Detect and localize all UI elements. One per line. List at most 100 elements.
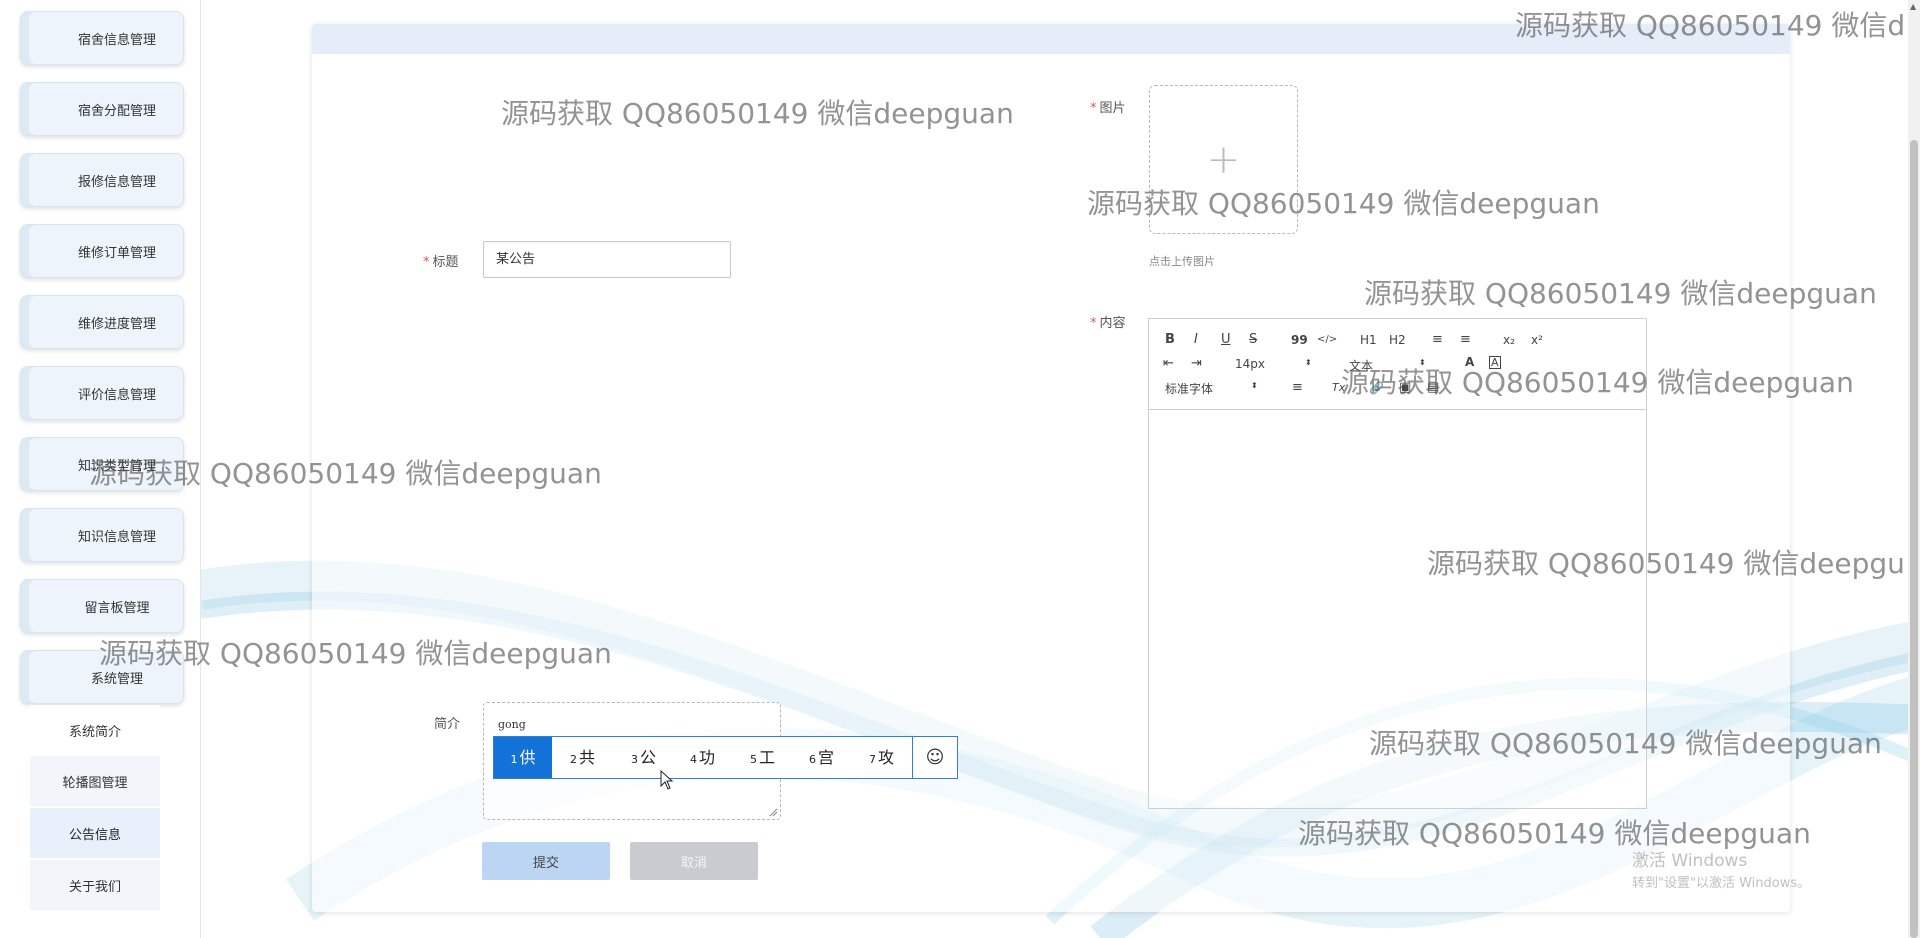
subscript-button[interactable]: x₂	[1503, 332, 1515, 348]
sidebar-item-dorm-allocation[interactable]: 宿舍分配管理	[20, 82, 184, 136]
ime-candidate-char: 供	[519, 748, 536, 767]
plus-icon: +	[1206, 136, 1241, 183]
sidebar-item-system[interactable]: 系统管理	[20, 650, 184, 704]
sidebar-item-label: 维修订单管理	[77, 245, 156, 261]
sidebar-subitem-about-us[interactable]: 关于我们	[30, 860, 160, 910]
sidebar-subitem-system-intro[interactable]: 系统简介	[30, 705, 160, 755]
ime-candidate[interactable]: 1供	[494, 737, 552, 778]
sidebar-subitem-label: 系统简介	[68, 724, 121, 740]
sidebar-item-repair-info[interactable]: 报修信息管理	[20, 153, 184, 207]
sidebar-item-dorm-info[interactable]: 宿舍信息管理	[20, 11, 184, 65]
required-mark: *	[423, 255, 430, 270]
video-button[interactable]: ▤	[1427, 380, 1439, 396]
windows-activation-text: 转到"设置"以激活 Windows。	[1632, 876, 1811, 891]
font-size-select[interactable]: 14px ⬍	[1235, 357, 1315, 371]
sidebar-item-label: 留言板管理	[84, 600, 150, 616]
sidebar-item-label: 评价信息管理	[77, 387, 156, 403]
ime-candidate-char: 公	[640, 748, 657, 767]
ime-candidate-number: 4	[690, 753, 697, 766]
content-label: * 内容	[1090, 312, 1126, 331]
windows-activation-title: 激活 Windows	[1632, 851, 1748, 871]
image-upload-box[interactable]: +	[1149, 85, 1298, 234]
code-button[interactable]: </>	[1317, 332, 1337, 348]
sidebar-item-label: 维修进度管理	[77, 316, 156, 332]
image-label-text: 图片	[1099, 101, 1126, 116]
quote-button[interactable]: 99	[1291, 332, 1308, 348]
sidebar-item-label: 系统管理	[90, 671, 143, 687]
ime-candidate[interactable]: 3公	[631, 737, 656, 778]
sidebar-subitem-carousel[interactable]: 轮播图管理	[30, 756, 160, 806]
link-button[interactable]: 🔗	[1369, 380, 1384, 396]
sidebar-item-message-board[interactable]: 留言板管理	[20, 579, 184, 633]
sidebar-item-repair-progress[interactable]: 维修进度管理	[20, 295, 184, 349]
sidebar-item-knowledge-types[interactable]: 知识类型管理	[20, 437, 184, 491]
cancel-button[interactable]: 取消	[630, 842, 758, 880]
sidebar-item-label: 宿舍分配管理	[77, 103, 156, 119]
font-family-select[interactable]: 标准字体 ⬍	[1165, 380, 1265, 397]
editor-toolbar: B I U S 99 </> H1 H2 ≡ ≡ x₂ x² ⇤ ⇥ 14px …	[1149, 319, 1646, 410]
sidebar-subitem-announcements[interactable]: 公告信息	[30, 808, 160, 858]
sidebar-item-repair-orders[interactable]: 维修订单管理	[20, 224, 184, 278]
ime-candidate-char: 功	[699, 748, 716, 767]
font-family-value: 标准字体	[1165, 382, 1214, 396]
superscript-button[interactable]: x²	[1531, 332, 1543, 348]
required-mark: *	[1090, 316, 1097, 331]
ime-candidate-number: 5	[750, 753, 757, 766]
intro-text: gong	[498, 718, 526, 731]
title-input[interactable]: 某公告	[483, 241, 731, 278]
image-button[interactable]: ▣	[1399, 380, 1411, 396]
sidebar: 宿舍信息管理 宿舍分配管理 报修信息管理 维修订单管理 维修进度管理 评价信息管…	[0, 0, 201, 938]
font-color-button[interactable]: A	[1465, 354, 1474, 370]
ordered-list-button[interactable]: ≡	[1432, 332, 1443, 348]
sidebar-subitem-label: 轮播图管理	[62, 775, 128, 791]
bold-button[interactable]: B	[1165, 332, 1175, 348]
ime-candidate[interactable]: 5工	[750, 737, 775, 778]
ime-candidate[interactable]: 4功	[690, 737, 715, 778]
align-button[interactable]: ≡	[1292, 380, 1303, 396]
ime-candidate[interactable]: 2共	[570, 737, 595, 778]
ime-candidate-char: 攻	[878, 748, 895, 767]
image-label: * 图片	[1090, 97, 1126, 116]
emoji-icon[interactable]: ☺	[912, 737, 957, 778]
italic-button[interactable]: I	[1194, 332, 1198, 348]
bullet-list-button[interactable]: ≡	[1460, 332, 1471, 348]
ime-candidate-char: 工	[759, 748, 776, 767]
h2-button[interactable]: H2	[1389, 332, 1406, 348]
card-header-bar	[312, 24, 1790, 54]
select-arrow-icon: ⬍	[1419, 358, 1426, 367]
font-size-value: 14px	[1235, 357, 1265, 371]
required-mark: *	[1090, 101, 1097, 116]
title-label: * 标题	[423, 251, 459, 270]
sidebar-subitem-label: 公告信息	[68, 827, 121, 843]
submit-button[interactable]: 提交	[482, 842, 610, 880]
sidebar-item-knowledge-info[interactable]: 知识信息管理	[20, 508, 184, 562]
scrollbar-thumb[interactable]	[1910, 140, 1918, 938]
strike-button[interactable]: S	[1249, 332, 1257, 348]
ime-candidate-number: 3	[631, 753, 638, 766]
page-scrollbar[interactable]: ▲	[1908, 0, 1920, 938]
editor-content-area[interactable]	[1149, 410, 1646, 808]
outdent-button[interactable]: ⇤	[1163, 356, 1174, 372]
sidebar-item-reviews[interactable]: 评价信息管理	[20, 366, 184, 420]
ime-candidate-number: 2	[570, 753, 577, 766]
rich-text-editor: B I U S 99 </> H1 H2 ≡ ≡ x₂ x² ⇤ ⇥ 14px …	[1148, 318, 1647, 809]
ime-candidate-number: 7	[869, 753, 876, 766]
clean-format-button[interactable]: Tx	[1332, 380, 1345, 396]
sidebar-item-label: 知识信息管理	[77, 529, 156, 545]
background-color-button[interactable]: A	[1489, 356, 1501, 369]
sidebar-item-label: 报修信息管理	[77, 174, 156, 190]
text-style-select[interactable]: 文本 ⬍	[1349, 357, 1429, 374]
h1-button[interactable]: H1	[1360, 332, 1377, 348]
indent-button[interactable]: ⇥	[1191, 356, 1202, 372]
resize-handle-icon[interactable]	[769, 808, 778, 817]
ime-candidate-char: 宫	[818, 748, 835, 767]
intro-label: 简介	[434, 717, 461, 732]
underline-button[interactable]: U	[1221, 332, 1231, 348]
ime-candidate[interactable]: 7攻	[869, 737, 894, 778]
sidebar-item-label: 宿舍信息管理	[77, 32, 156, 48]
select-arrow-icon: ⬍	[1305, 358, 1312, 367]
ime-candidate[interactable]: 6宫	[809, 737, 834, 778]
scroll-up-icon[interactable]: ▲	[1910, 2, 1916, 11]
mouse-cursor-icon	[660, 770, 674, 790]
ime-candidate-number: 1	[510, 753, 518, 766]
